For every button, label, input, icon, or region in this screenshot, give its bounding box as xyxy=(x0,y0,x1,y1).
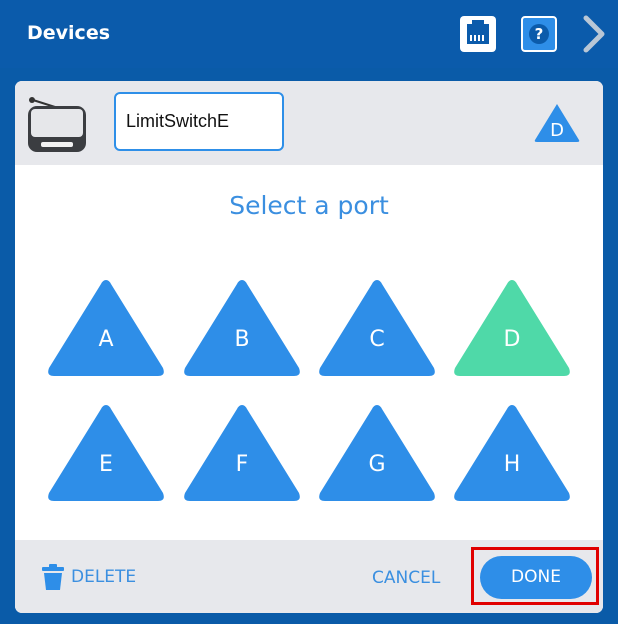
next-button[interactable] xyxy=(578,14,608,54)
title-bar: Devices ? xyxy=(0,0,618,68)
triangle-port-icon: D xyxy=(454,280,570,376)
port-a-button[interactable]: A xyxy=(46,276,166,386)
port-label: F xyxy=(236,452,249,477)
dialog-footer: DELETE CANCEL DONE xyxy=(15,540,603,613)
port-e-button[interactable]: E xyxy=(46,401,166,511)
port-h-button[interactable]: H xyxy=(452,401,572,511)
device-config-card: D Select a port A B C D xyxy=(15,81,603,613)
port-d-button-selected[interactable]: D xyxy=(452,276,572,386)
device-header: D xyxy=(15,81,603,165)
triangle-port-icon: B xyxy=(184,280,300,376)
chevron-right-icon xyxy=(583,15,605,53)
help-icon: ? xyxy=(529,24,549,44)
port-label: H xyxy=(504,452,521,477)
port-label: D xyxy=(504,327,521,352)
device-name-input[interactable] xyxy=(114,92,284,151)
triangle-port-icon: C xyxy=(319,280,435,376)
limit-switch-device-icon xyxy=(28,97,86,152)
ethernet-port-button[interactable] xyxy=(460,16,496,52)
trash-icon xyxy=(42,564,64,590)
assigned-port-label: D xyxy=(550,120,564,141)
cancel-button[interactable]: CANCEL xyxy=(372,568,440,588)
triangle-port-icon: F xyxy=(184,405,300,501)
port-label: G xyxy=(368,452,385,477)
app-frame: Devices ? LimitSwitchE D Select a port A… xyxy=(0,0,618,624)
delete-button[interactable]: DELETE xyxy=(41,562,136,592)
port-label: B xyxy=(234,327,249,352)
triangle-port-icon: A xyxy=(48,280,164,376)
port-label: A xyxy=(98,327,113,352)
triangle-port-icon: E xyxy=(48,405,164,501)
done-button[interactable]: DONE xyxy=(480,556,592,599)
window-title: Devices xyxy=(27,22,111,44)
port-c-button[interactable]: C xyxy=(317,276,437,386)
triangle-port-icon: G xyxy=(319,405,435,501)
delete-label: DELETE xyxy=(71,567,137,587)
port-g-button[interactable]: G xyxy=(317,401,437,511)
assigned-port-badge: D xyxy=(534,104,580,142)
triangle-port-icon: H xyxy=(454,405,570,501)
port-b-button[interactable]: B xyxy=(182,276,302,386)
done-highlight-box: DONE xyxy=(471,547,599,605)
ethernet-port-icon xyxy=(467,20,489,44)
help-button[interactable]: ? xyxy=(521,16,557,52)
port-f-button[interactable]: F xyxy=(182,401,302,511)
port-label: C xyxy=(369,327,384,352)
port-prompt: Select a port xyxy=(229,191,389,220)
port-label: E xyxy=(99,452,113,477)
